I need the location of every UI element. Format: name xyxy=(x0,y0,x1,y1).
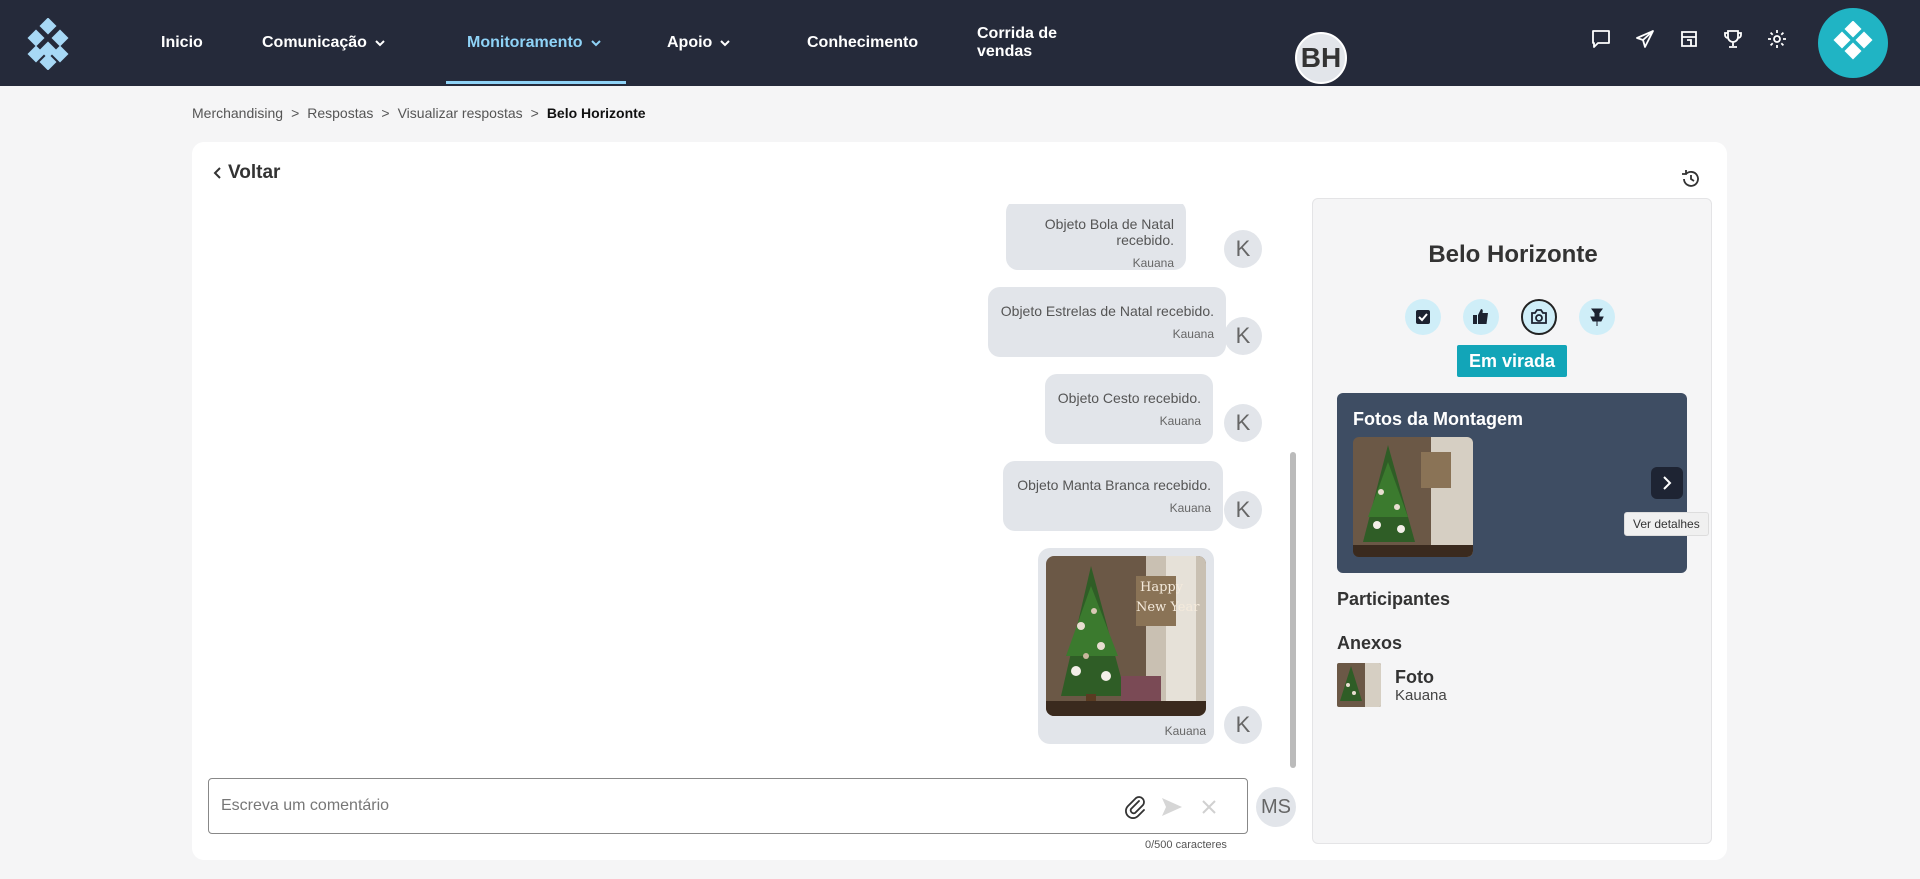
status-badge: Em virada xyxy=(1457,345,1567,377)
chat-icon[interactable] xyxy=(1590,28,1612,50)
message-author: Kauana xyxy=(1169,501,1211,515)
nav-item-monitoramento[interactable]: Monitoramento xyxy=(446,0,626,86)
status-checkbox-button[interactable] xyxy=(1405,299,1441,335)
nav-label: Conhecimento xyxy=(807,34,919,51)
message-author: Kauana xyxy=(1172,327,1214,341)
author-avatar: K xyxy=(1224,317,1262,355)
history-icon[interactable] xyxy=(1679,167,1703,191)
message-bubble: Objeto Bola de Natal recebido. Kauana xyxy=(1006,204,1186,270)
checkbox-icon xyxy=(1416,310,1430,324)
attachments-label: Anexos xyxy=(1337,633,1403,653)
status-icons xyxy=(1405,299,1615,335)
author-avatar: K xyxy=(1224,706,1262,744)
back-label: Voltar xyxy=(228,162,281,183)
status-camera-button[interactable] xyxy=(1521,299,1557,335)
photos-card: Fotos da Montagem xyxy=(1337,393,1687,573)
user-avatar[interactable] xyxy=(1818,8,1888,78)
char-counter: 0/500 caracteres xyxy=(1145,839,1227,851)
nav-item-comunicacao[interactable]: Comunicação xyxy=(241,0,426,86)
next-photo-button[interactable] xyxy=(1651,467,1683,499)
nav-item-corrida-de-vendas[interactable]: Corrida de vendas xyxy=(956,0,1126,86)
attachment-thumbnail[interactable] xyxy=(1337,663,1381,707)
photo-thumbnail[interactable] xyxy=(1353,437,1473,557)
author-avatar: K xyxy=(1224,404,1262,442)
chat-area: Objeto Bola de Natal recebido. Kauana K … xyxy=(206,204,1286,766)
chat-scrollbar[interactable] xyxy=(1290,452,1296,768)
svg-text:Happy: Happy xyxy=(1140,580,1184,595)
paperclip-icon[interactable] xyxy=(1122,793,1148,821)
author-avatar: K xyxy=(1224,491,1262,529)
trophy-icon[interactable] xyxy=(1722,28,1744,50)
message-bubble: Objeto Manta Branca recebido. Kauana xyxy=(1003,461,1223,531)
comment-input[interactable] xyxy=(221,793,1101,819)
message-text: Objeto Manta Branca recebido. xyxy=(1017,477,1211,493)
main-card: Voltar Objeto Bola de Natal recebido. Ka… xyxy=(192,142,1727,860)
nav-label: Corrida de vendas xyxy=(977,25,1058,60)
send-icon[interactable] xyxy=(1634,28,1656,50)
nav-label: Inicio xyxy=(161,34,203,51)
store-icon[interactable] xyxy=(1678,28,1700,50)
chevron-down-icon xyxy=(375,40,385,47)
top-icons xyxy=(1590,28,1788,50)
thumbs-up-icon xyxy=(1473,309,1488,324)
nav-label: Apoio xyxy=(667,34,713,51)
message-text: Objeto Cesto recebido. xyxy=(1057,390,1201,406)
breadcrumb: Merchandising > Respostas > Visualizar r… xyxy=(192,105,646,121)
christmas-tree-photo[interactable]: Happy New Year xyxy=(1046,556,1206,716)
tooltip: Ver detalhes xyxy=(1624,512,1709,536)
nav-label: Comunicação xyxy=(262,34,367,51)
nav-item-conhecimento[interactable]: Conhecimento xyxy=(786,0,936,86)
comment-box xyxy=(208,778,1248,834)
gear-icon[interactable] xyxy=(1766,28,1788,50)
nav-item-apoio[interactable]: Apoio xyxy=(646,0,766,86)
location-avatar: BH xyxy=(1295,32,1347,84)
back-button[interactable]: Voltar xyxy=(212,162,280,184)
status-flag-button[interactable] xyxy=(1579,299,1615,335)
participants-label: Participantes xyxy=(1337,589,1451,609)
attachment-name[interactable]: Foto xyxy=(1395,667,1434,688)
panel-title: Belo Horizonte xyxy=(1428,241,1598,268)
message-text: Objeto Bola de Natal recebido. xyxy=(1044,216,1174,248)
photos-title: Fotos da Montagem xyxy=(1353,409,1523,429)
brand-logo-icon xyxy=(1833,21,1873,60)
nav-label: Monitoramento xyxy=(467,34,583,51)
nav-item-inicio[interactable]: Inicio xyxy=(140,0,241,86)
message-author: Kauana xyxy=(1159,414,1201,428)
breadcrumb-separator: > xyxy=(291,105,300,121)
main-nav: Inicio Comunicação Monitoramento Apoio C… xyxy=(140,0,1126,86)
breadcrumb-item-respostas[interactable]: Respostas xyxy=(307,105,373,121)
message-author: Kauana xyxy=(1132,256,1174,270)
chevron-down-icon xyxy=(720,40,731,47)
send-icon[interactable] xyxy=(1159,795,1185,819)
breadcrumb-separator: > xyxy=(381,105,390,121)
chevron-right-icon xyxy=(1663,476,1672,490)
status-like-button[interactable] xyxy=(1463,299,1499,335)
top-navbar: Inicio Comunicação Monitoramento Apoio C… xyxy=(0,0,1920,86)
message-bubble-photo: Happy New Year Kauana xyxy=(1038,548,1214,744)
message-bubble: Objeto Cesto recebido. Kauana xyxy=(1045,374,1213,444)
close-icon[interactable] xyxy=(1199,797,1219,817)
attachment-author: Kauana xyxy=(1395,687,1447,704)
svg-text:New Year: New Year xyxy=(1136,600,1200,615)
breadcrumb-separator: > xyxy=(530,105,539,121)
chevron-down-icon xyxy=(590,40,601,47)
breadcrumb-current: Belo Horizonte xyxy=(546,105,646,121)
message-author: Kauana xyxy=(1164,724,1206,738)
chevron-left-icon xyxy=(213,167,221,179)
flag-icon xyxy=(1590,308,1604,326)
author-avatar: K xyxy=(1224,230,1262,268)
current-user-avatar: MS xyxy=(1256,787,1296,827)
breadcrumb-item-visualizar[interactable]: Visualizar respostas xyxy=(398,105,523,121)
logo-icon[interactable] xyxy=(22,18,74,70)
message-text: Objeto Estrelas de Natal recebido. xyxy=(1000,303,1214,319)
breadcrumb-item-merchandising[interactable]: Merchandising xyxy=(192,105,283,121)
message-bubble: Objeto Estrelas de Natal recebido. Kauan… xyxy=(988,287,1226,357)
camera-icon xyxy=(1531,309,1547,324)
